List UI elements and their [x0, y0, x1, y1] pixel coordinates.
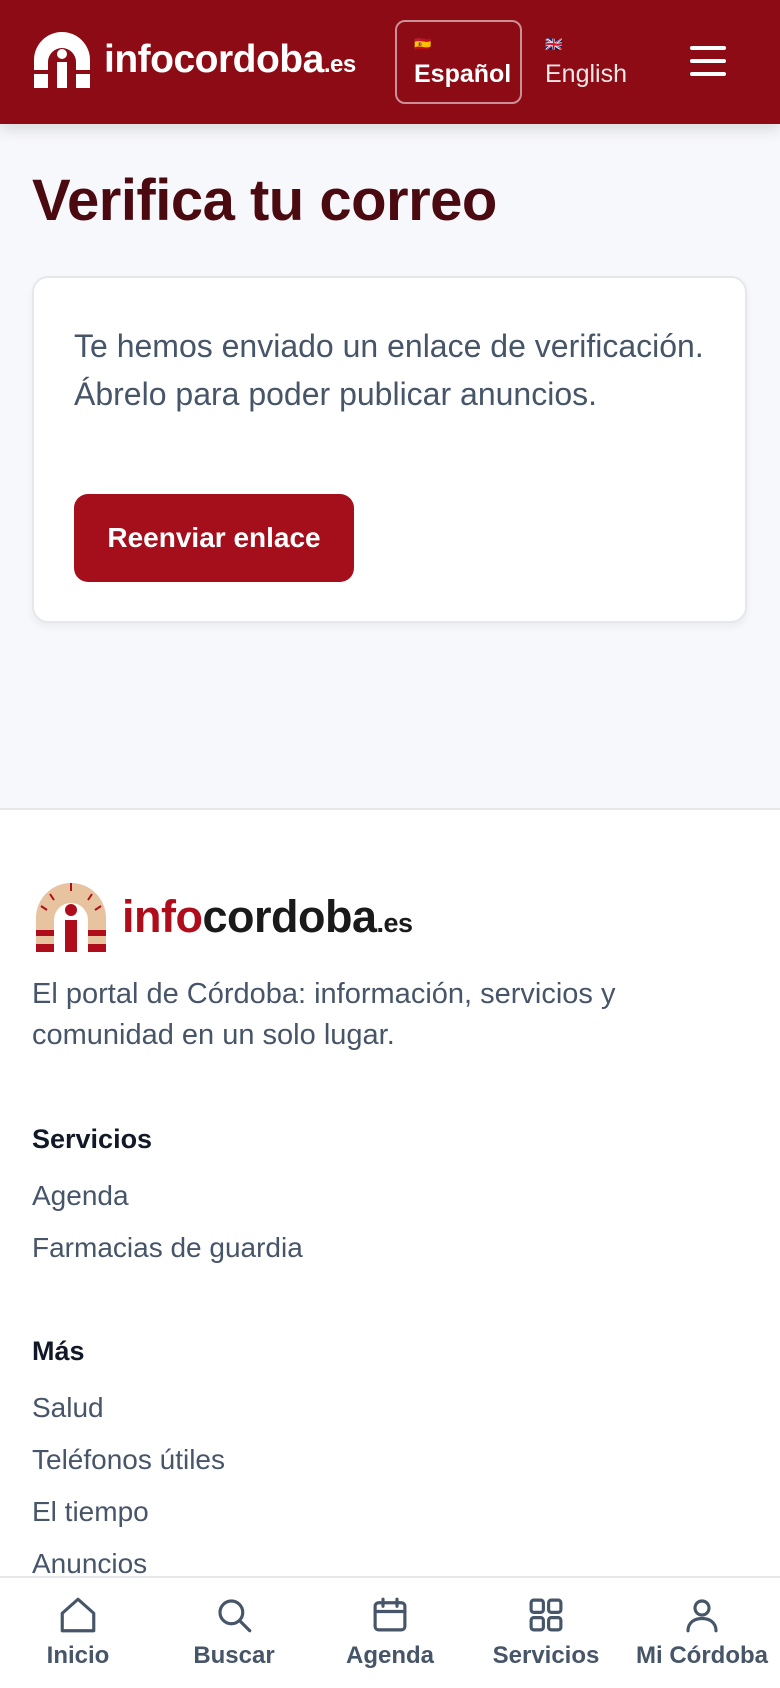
footer-link-salud[interactable]: Salud [32, 1392, 104, 1424]
top-header: infocordoba.es 🇪🇸 Español 🇬🇧 English [0, 0, 780, 124]
search-icon [218, 1599, 252, 1633]
nav-item-mi-cordoba[interactable]: Mi Córdoba [624, 1578, 780, 1688]
calendar-icon [373, 1597, 407, 1632]
hamburger-menu-icon[interactable] [690, 46, 726, 76]
nav-item-inicio[interactable]: Inicio [0, 1578, 156, 1688]
footer-section-title-servicios: Servicios [32, 1124, 153, 1154]
footer-link-farmacias[interactable]: Farmacias de guardia [32, 1232, 303, 1264]
arch-logo-icon [36, 883, 106, 952]
footer-logo[interactable]: infocordoba.es [32, 880, 413, 952]
resend-link-button[interactable]: Reenviar enlace [74, 494, 354, 582]
nav-label: Mi Córdoba [636, 1642, 768, 1669]
home-icon [60, 1597, 96, 1633]
nav-label: Agenda [345, 1642, 434, 1669]
logo-text: infocordoba.es [104, 37, 356, 81]
nav-item-agenda[interactable]: Agenda [312, 1578, 468, 1688]
user-icon [686, 1599, 718, 1633]
language-option-english[interactable]: 🇬🇧 English [545, 20, 655, 104]
footer-link-tiempo[interactable]: El tiempo [32, 1496, 149, 1528]
bottom-navigation: Inicio Buscar Agenda Servicios Mi Córdob… [0, 1576, 780, 1688]
site-footer: infocordoba.es El portal de Córdoba: inf… [0, 808, 780, 1688]
arch-logo-icon [34, 32, 90, 88]
grid-icon [529, 1598, 563, 1632]
spain-flag-icon: 🇪🇸 [414, 35, 432, 52]
verification-card: Te hemos enviado un enlace de verificaci… [32, 276, 747, 623]
nav-item-servicios[interactable]: Servicios [468, 1578, 624, 1688]
nav-item-buscar[interactable]: Buscar [156, 1578, 312, 1688]
verification-message: Te hemos enviado un enlace de verificaci… [74, 328, 704, 412]
language-option-spanish[interactable]: 🇪🇸 Español [395, 20, 522, 104]
language-label: Español [414, 59, 512, 88]
nav-label: Inicio [46, 1642, 110, 1669]
footer-section-title-mas: Más [32, 1336, 85, 1366]
site-logo[interactable]: infocordoba.es [30, 30, 356, 88]
footer-link-telefonos[interactable]: Teléfonos útiles [32, 1444, 225, 1476]
nav-label: Servicios [492, 1642, 600, 1669]
nav-label: Buscar [193, 1642, 275, 1669]
footer-tagline: El portal de Córdoba: información, servi… [32, 978, 616, 1051]
page-title: Verifica tu correo [32, 168, 497, 233]
uk-flag-icon: 🇬🇧 [545, 35, 563, 52]
footer-link-agenda[interactable]: Agenda [32, 1180, 129, 1212]
language-label: English [545, 59, 627, 88]
footer-logo-text: infocordoba.es [122, 890, 413, 942]
